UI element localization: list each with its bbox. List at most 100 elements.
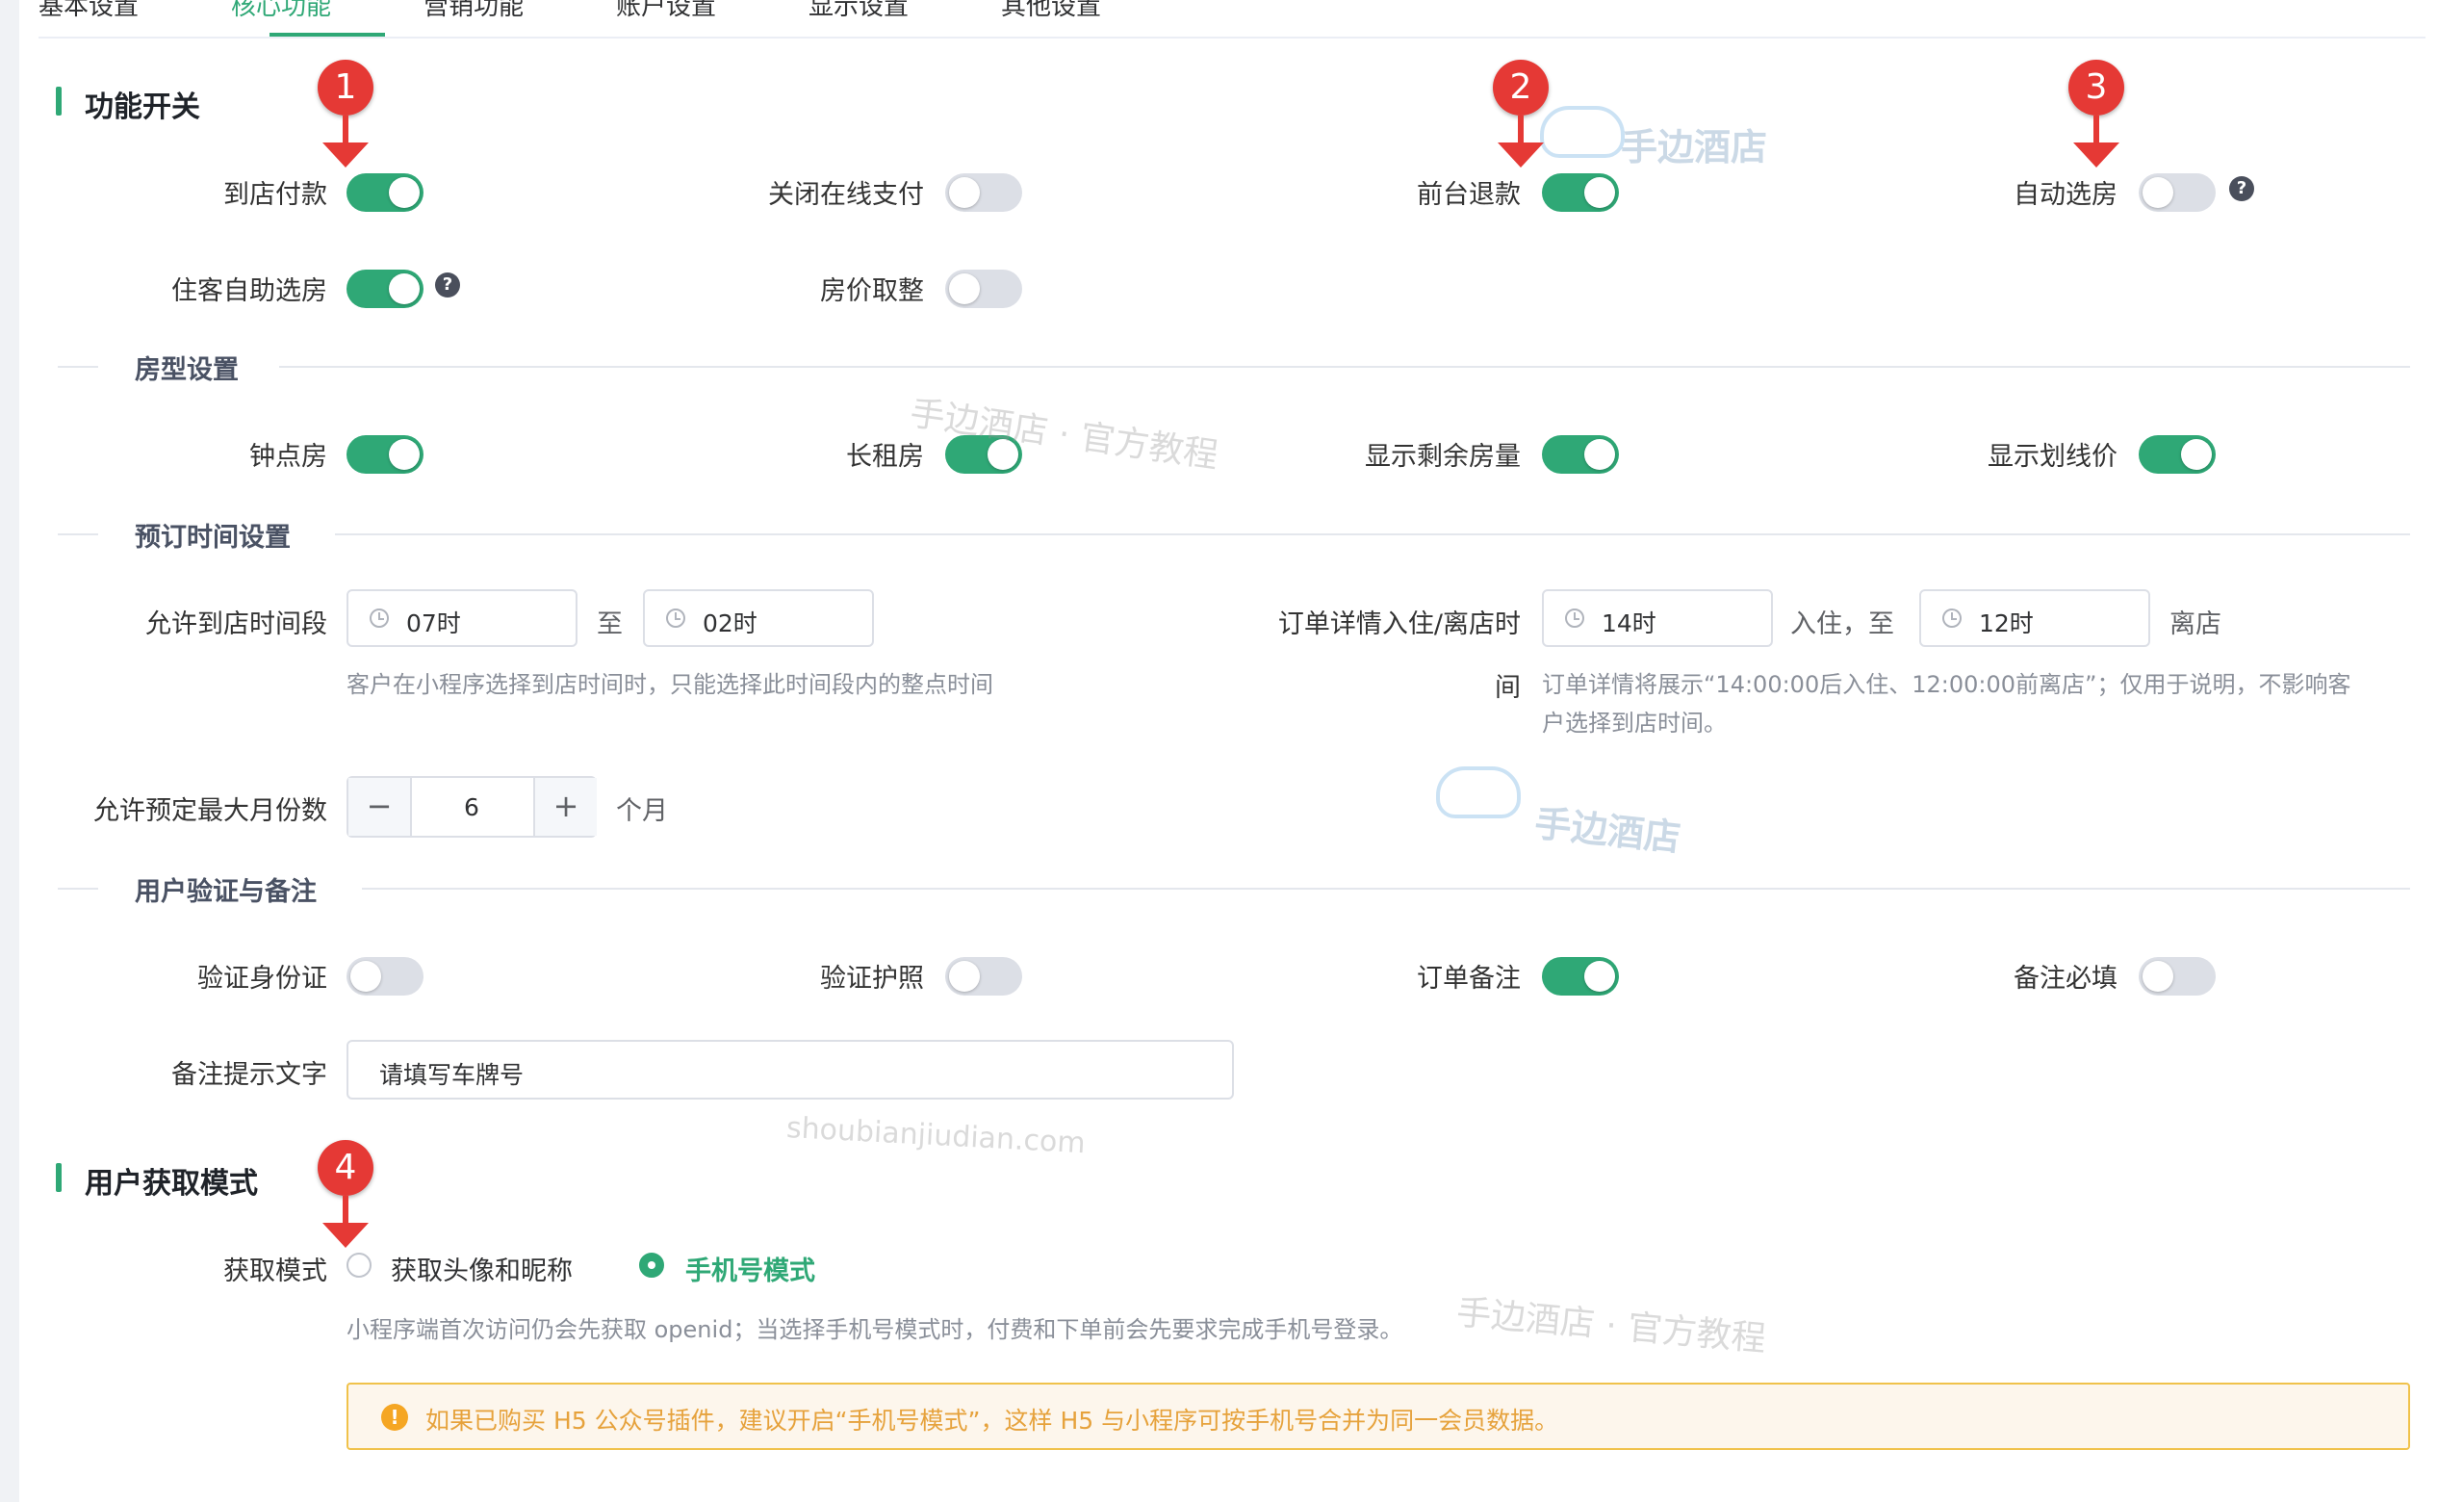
label-round-price: 房价取整 [820,276,924,306]
switch-order-remark[interactable] [1542,957,1619,996]
switch-remark-required[interactable] [2139,957,2216,996]
annotation-arrow-head [322,142,369,168]
tab-core[interactable]: 核心功能 [231,0,331,22]
switch-guest-self-select[interactable] [346,270,424,308]
switch-strike-price[interactable] [2139,435,2216,474]
section-title-function: 功能开关 [85,91,200,124]
left-gutter [0,0,19,1502]
clock-icon [1565,609,1584,628]
label-arrival-period: 允许到店时间段 [145,609,327,639]
label-max-months: 允许预定最大月份数 [93,796,327,826]
radio-phone-mode[interactable] [639,1253,664,1278]
annotation-arrow-head [1498,142,1544,168]
max-months-value[interactable]: 6 [410,793,533,821]
switch-round-price[interactable] [945,270,1022,308]
detail-hint-line2: 户选择到店时间。 [1542,710,1727,737]
switch-show-remaining[interactable] [1542,435,1619,474]
user-mode-hint: 小程序端首次访问仍会先获取 openid；当选择手机号模式时，付费和下单前会先要… [346,1316,1403,1343]
checkin-suffix: 入住，至 [1790,609,1894,639]
switch-close-online-pay[interactable] [945,173,1022,212]
annotation-marker: 3 [2068,60,2124,116]
remark-hint-input[interactable]: 请填写车牌号 [346,1040,1234,1100]
watermark-logo-text: 手边酒店 [1532,801,1683,860]
divider-line [335,533,2410,535]
divider-line [58,533,98,535]
label-front-desk-refund: 前台退款 [1417,180,1521,210]
arrival-start-picker[interactable]: 07时 [346,589,578,647]
divider-verification: 用户验证与备注 [135,877,317,907]
watermark-tutorial: 手边酒店 · 官方教程 [1454,1292,1768,1360]
decrement-button[interactable]: − [348,778,412,836]
alert-message: 如果已购买 H5 公众号插件，建议开启“手机号模式”，这样 H5 与小程序可按手… [425,1407,1559,1435]
label-order-detail-time-cont: 间 [1495,673,1521,703]
label-hourly-room: 钟点房 [249,442,327,472]
annotation-marker: 4 [318,1140,373,1196]
tab-marketing[interactable]: 营销功能 [424,0,524,22]
annotation-arrow-head [2073,142,2119,168]
help-icon[interactable]: ? [2229,176,2254,201]
label-pay-at-store: 到店付款 [223,180,327,210]
tab-account[interactable]: 账户设置 [616,0,716,22]
clock-icon [370,609,389,628]
annotation-marker: 2 [1493,60,1549,116]
watermark-cloud-icon [1436,766,1521,818]
checkout-value: 12时 [1979,609,2034,637]
switch-verify-id[interactable] [346,957,424,996]
label-remark-required: 备注必填 [2014,964,2118,994]
warning-icon: ! [381,1404,408,1431]
label-order-remark: 订单备注 [1417,964,1521,994]
divider-line [58,366,98,368]
switch-pay-at-store[interactable] [346,173,424,212]
switch-auto-room[interactable] [2139,173,2216,212]
checkin-time-picker[interactable]: 14时 [1542,589,1773,647]
label-close-online-pay: 关闭在线支付 [768,180,924,210]
radio-label-phone-mode[interactable]: 手机号模式 [685,1250,815,1287]
switch-hourly-room[interactable] [346,435,424,474]
arrival-end-picker[interactable]: 02时 [643,589,874,647]
active-tab-indicator [270,33,385,37]
help-icon[interactable]: ? [435,272,460,298]
annotation-arrow-head [322,1223,369,1248]
label-remark-hint: 备注提示文字 [171,1060,327,1090]
label-fetch-mode: 获取模式 [223,1256,327,1286]
switch-front-desk-refund[interactable] [1542,173,1619,212]
detail-hint-line1: 订单详情将展示“14:00:00后入住、12:00:00前离店”；仅用于说明，不… [1542,671,2351,698]
checkout-suffix: 离店 [2169,609,2221,639]
range-separator: 至 [597,609,623,639]
divider-room-type: 房型设置 [135,355,239,385]
label-verify-id: 验证身份证 [197,964,327,994]
watermark-cloud-icon [1540,106,1625,158]
label-show-remaining: 显示剩余房量 [1365,442,1521,472]
label-verify-passport: 验证护照 [820,964,924,994]
increment-button[interactable]: + [533,778,597,836]
radio-avatar-nickname[interactable] [346,1253,372,1278]
label-strike-price: 显示划线价 [1988,442,2118,472]
divider-booking-time: 预订时间设置 [135,523,291,553]
tab-basic[interactable]: 基本设置 [38,0,139,22]
label-guest-self-select: 住客自助选房 [171,276,327,306]
clock-icon [666,609,685,628]
max-months-stepper[interactable]: − 6 + [346,776,597,838]
watermark-logo-text: 手边酒店 [1621,126,1768,168]
remark-hint-value: 请填写车牌号 [379,1061,525,1089]
label-long-rent: 长租房 [846,442,924,472]
radio-label-avatar-nickname[interactable]: 获取头像和昵称 [391,1250,573,1287]
max-months-unit: 个月 [616,796,668,826]
checkin-value: 14时 [1602,609,1656,637]
arrival-start-value: 07时 [406,609,461,637]
watermark-domain: shoubianjiudian.com [785,1111,1087,1161]
label-order-detail-time: 订单详情入住/离店时 [1277,609,1521,639]
divider-line [279,366,2410,368]
arrival-end-value: 02时 [703,609,757,637]
tab-other[interactable]: 其他设置 [1001,0,1101,22]
section-title-user-mode: 用户获取模式 [85,1167,258,1201]
tab-bar: 基本设置 核心功能 营销功能 账户设置 显示设置 其他设置 [38,0,2426,39]
annotation-marker: 1 [318,60,373,116]
tab-display[interactable]: 显示设置 [808,0,909,22]
label-auto-room: 自动选房 [2014,180,2118,210]
divider-line [362,888,2410,890]
switch-verify-passport[interactable] [945,957,1022,996]
arrival-hint: 客户在小程序选择到店时间时，只能选择此时间段内的整点时间 [346,671,993,698]
checkout-time-picker[interactable]: 12时 [1919,589,2150,647]
section-bar [56,1163,62,1192]
